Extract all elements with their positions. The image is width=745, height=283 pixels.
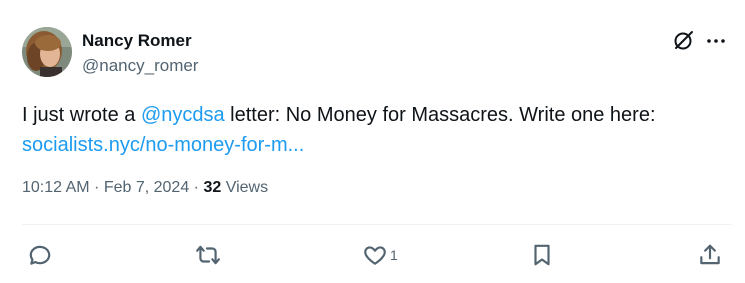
grok-icon[interactable]: [671, 29, 695, 53]
divider: [22, 224, 732, 225]
mention-link[interactable]: @nycdsa: [141, 104, 225, 126]
meta-separator: ·: [89, 179, 104, 196]
reply-icon: [29, 245, 51, 265]
tweet-meta: 10:12 AM · Feb 7, 2024 · 32 Views: [22, 179, 268, 197]
bookmark-button[interactable]: [529, 242, 555, 268]
retweet-button[interactable]: [195, 242, 221, 268]
share-icon: [700, 244, 720, 265]
heart-icon: [364, 246, 386, 265]
like-count: 1: [390, 247, 398, 263]
author-handle[interactable]: @nancy_romer: [82, 56, 198, 76]
tweet-text-line-2: socialists.nyc/no-money-for-m...: [22, 130, 732, 160]
tweet-time[interactable]: 10:12 AM: [22, 179, 90, 196]
tweet-text: I just wrote a @nycdsa letter: No Money …: [22, 100, 732, 160]
bookmark-icon: [534, 244, 550, 266]
reply-button[interactable]: [27, 242, 53, 268]
more-options-icon[interactable]: [704, 29, 728, 53]
tweet-card: Nancy Romer @nancy_romer I just wrote a …: [0, 0, 745, 283]
tweet-text-part: letter: No Money for Massacres. Write on…: [224, 104, 656, 126]
author-name[interactable]: Nancy Romer: [82, 31, 192, 51]
retweet-icon: [196, 245, 220, 265]
tweet-text-part: I just wrote a: [22, 104, 141, 126]
avatar[interactable]: [22, 27, 72, 77]
tweet-date[interactable]: Feb 7, 2024: [104, 179, 189, 196]
tweet-text-line-1: I just wrote a @nycdsa letter: No Money …: [22, 100, 732, 130]
url-link[interactable]: socialists.nyc/no-money-for-m...: [22, 134, 304, 156]
meta-separator: ·: [189, 179, 204, 196]
views-count: 32: [203, 179, 222, 196]
share-button[interactable]: [697, 242, 723, 268]
avatar-image: [22, 27, 72, 77]
like-button[interactable]: 1: [362, 242, 398, 268]
views-label: Views: [221, 179, 269, 196]
